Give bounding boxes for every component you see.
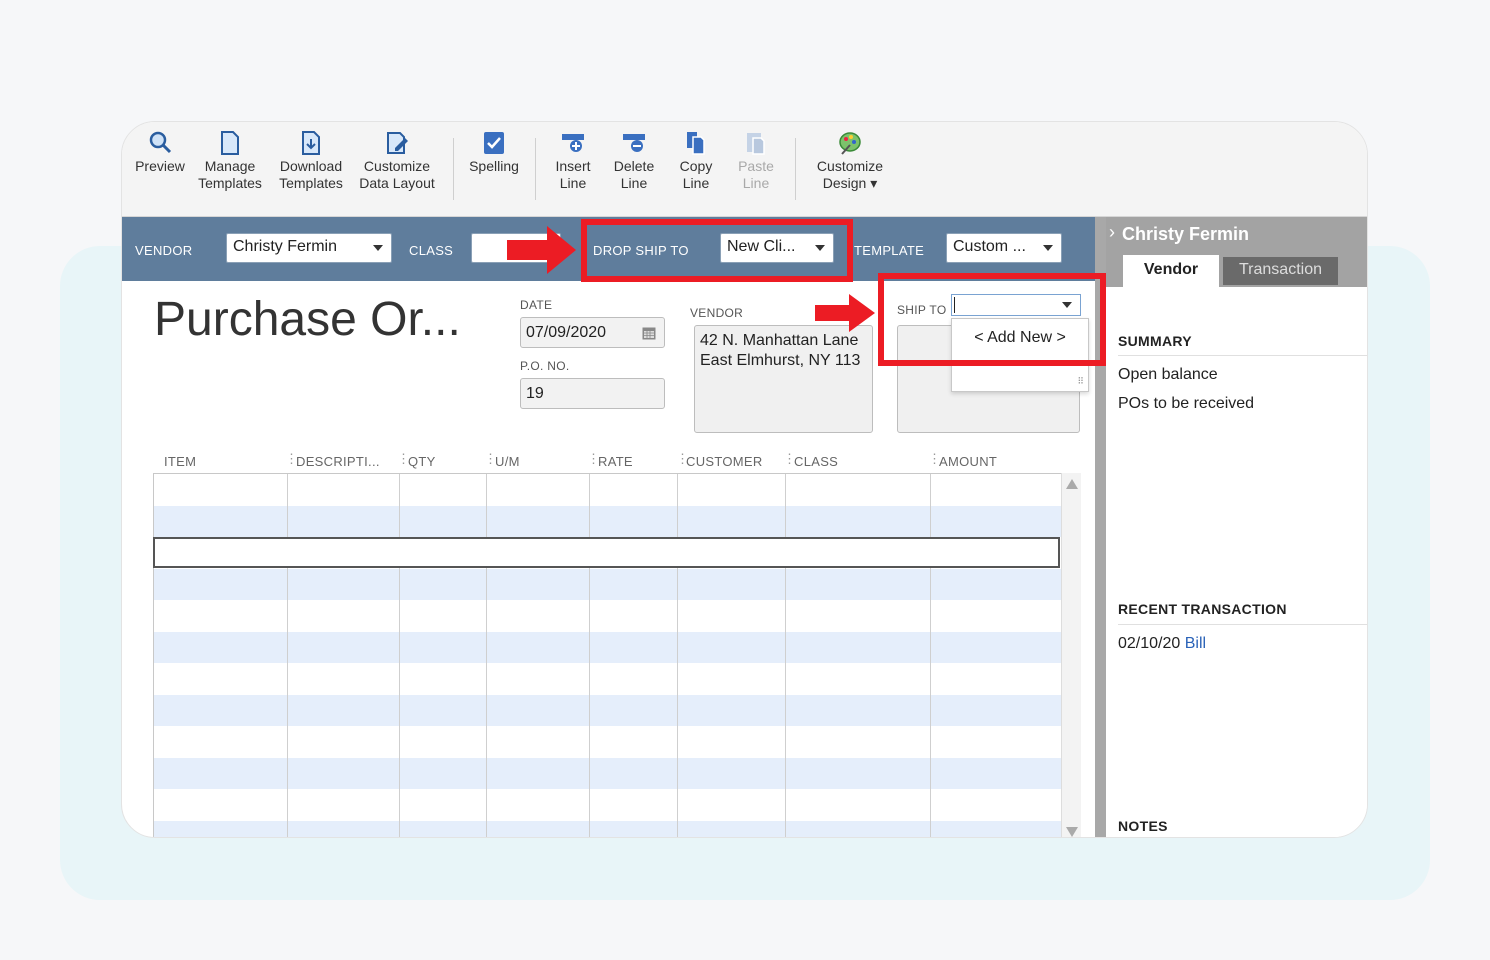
column-header-item[interactable]: ITEM xyxy=(164,454,196,469)
table-row[interactable] xyxy=(154,820,1061,837)
column-gridline xyxy=(930,474,931,837)
column-header-description[interactable]: DESCRIPTI... xyxy=(296,454,380,469)
edit-document-icon xyxy=(387,132,408,154)
table-row[interactable] xyxy=(154,568,1061,600)
divider xyxy=(1118,355,1367,356)
vendor-address-label: VENDOR xyxy=(690,306,744,320)
palette-icon xyxy=(839,132,861,155)
column-gridline xyxy=(287,474,288,837)
date-label: DATE xyxy=(520,298,553,312)
table-scrollbar[interactable] xyxy=(1061,473,1081,837)
pos-to-receive-label: POs to be received xyxy=(1118,395,1255,412)
column-gridline xyxy=(589,474,590,837)
table-row[interactable] xyxy=(154,757,1061,789)
ship-to-highlight-box xyxy=(878,273,1106,366)
class-label: CLASS xyxy=(409,243,454,258)
chevron-right-icon[interactable]: › xyxy=(1109,222,1115,243)
table-row[interactable] xyxy=(154,600,1061,632)
line-items-table xyxy=(153,473,1061,837)
red-arrow-icon xyxy=(507,226,576,274)
scroll-down-icon[interactable] xyxy=(1066,827,1078,837)
template-label: TEMPLATE xyxy=(854,243,925,258)
insert-line-button[interactable]: Insert Line xyxy=(548,130,598,192)
template-dropdown[interactable]: Custom ... xyxy=(946,233,1062,263)
vendor-address-line: 42 N. Manhattan Lane xyxy=(700,332,859,349)
magnifier-icon xyxy=(149,131,172,154)
toolbar: Preview Manage Templates Download Templa… xyxy=(122,122,1367,217)
column-header-um[interactable]: U/M xyxy=(495,454,520,469)
column-gridline xyxy=(677,474,678,837)
vendor-label: VENDOR xyxy=(135,243,193,258)
spellcheck-icon xyxy=(484,132,504,154)
column-gridline xyxy=(486,474,487,837)
date-field[interactable]: 07/09/2020 xyxy=(520,317,665,348)
copy-icon xyxy=(687,132,705,155)
red-arrow-icon xyxy=(815,294,875,332)
tab-transaction[interactable]: Transaction xyxy=(1223,257,1338,285)
tab-vendor[interactable]: Vendor xyxy=(1123,255,1219,287)
column-header-qty[interactable]: QTY xyxy=(408,454,436,469)
vendor-dropdown[interactable]: Christy Fermin xyxy=(226,233,392,263)
column-gridline xyxy=(399,474,400,837)
po-number-label: P.O. NO. xyxy=(520,359,570,373)
table-row[interactable] xyxy=(154,663,1061,695)
summary-heading: SUMMARY xyxy=(1118,333,1192,349)
table-row[interactable] xyxy=(154,505,1061,537)
column-header-rate[interactable]: RATE xyxy=(598,454,633,469)
document-icon xyxy=(221,131,239,155)
selected-table-row[interactable] xyxy=(153,537,1060,568)
table-row[interactable] xyxy=(154,726,1061,758)
toolbar-separator xyxy=(795,138,796,200)
po-number-field[interactable]: 19 xyxy=(520,378,665,409)
notes-heading: NOTES xyxy=(1118,818,1168,834)
paste-icon xyxy=(747,133,765,155)
calendar-icon[interactable] xyxy=(642,326,656,340)
customize-design-button[interactable]: Customize Design ▾ xyxy=(810,130,890,192)
toolbar-separator xyxy=(453,138,454,200)
recent-transaction-heading: RECENT TRANSACTION xyxy=(1118,601,1287,617)
download-templates-button[interactable]: Download Templates xyxy=(274,130,348,192)
chevron-down-icon xyxy=(373,245,383,251)
copy-line-button[interactable]: Copy Line xyxy=(672,130,720,192)
column-header-class[interactable]: CLASS xyxy=(794,454,838,469)
spelling-button[interactable]: Spelling xyxy=(464,130,524,175)
column-gridline xyxy=(785,474,786,837)
vendor-info-panel: › Christy Fermin Vendor Transaction SUMM… xyxy=(1095,217,1367,837)
divider xyxy=(1118,624,1367,625)
drop-ship-highlight-box xyxy=(581,219,853,282)
chevron-down-icon xyxy=(1043,245,1053,251)
scroll-up-icon[interactable] xyxy=(1066,479,1078,489)
column-header-amount[interactable]: AMOUNT xyxy=(939,454,997,469)
table-row[interactable] xyxy=(154,474,1061,506)
customize-data-layout-button[interactable]: Customize Data Layout xyxy=(354,130,440,192)
paste-line-button[interactable]: Paste Line xyxy=(732,130,780,192)
resize-grip-icon[interactable]: ⠿ xyxy=(1077,376,1084,387)
delete-line-icon xyxy=(623,134,645,152)
insert-line-icon xyxy=(562,134,584,152)
page-title: Purchase Or... xyxy=(154,293,461,346)
vendor-address-box[interactable]: 42 N. Manhattan Lane East Elmhurst, NY 1… xyxy=(694,325,873,433)
toolbar-separator xyxy=(535,138,536,200)
manage-templates-button[interactable]: Manage Templates xyxy=(194,130,266,192)
column-header-customer[interactable]: CUSTOMER xyxy=(686,454,763,469)
purchase-order-window: Preview Manage Templates Download Templa… xyxy=(121,121,1368,838)
bill-link[interactable]: Bill xyxy=(1185,635,1206,652)
panel-vendor-name: Christy Fermin xyxy=(1122,224,1250,244)
preview-button[interactable]: Preview xyxy=(132,130,188,175)
download-document-icon xyxy=(302,131,320,155)
table-row[interactable] xyxy=(154,789,1061,821)
table-row[interactable] xyxy=(154,694,1061,726)
vendor-address-line: East Elmhurst, NY 113 xyxy=(700,352,861,369)
table-row[interactable] xyxy=(154,631,1061,663)
delete-line-button[interactable]: Delete Line xyxy=(608,130,660,192)
open-balance-label: Open balance xyxy=(1118,366,1218,383)
recent-transaction-row: 02/10/20 Bill xyxy=(1118,635,1207,652)
vendor-panel-header: › Christy Fermin Vendor Transaction xyxy=(1106,217,1367,287)
